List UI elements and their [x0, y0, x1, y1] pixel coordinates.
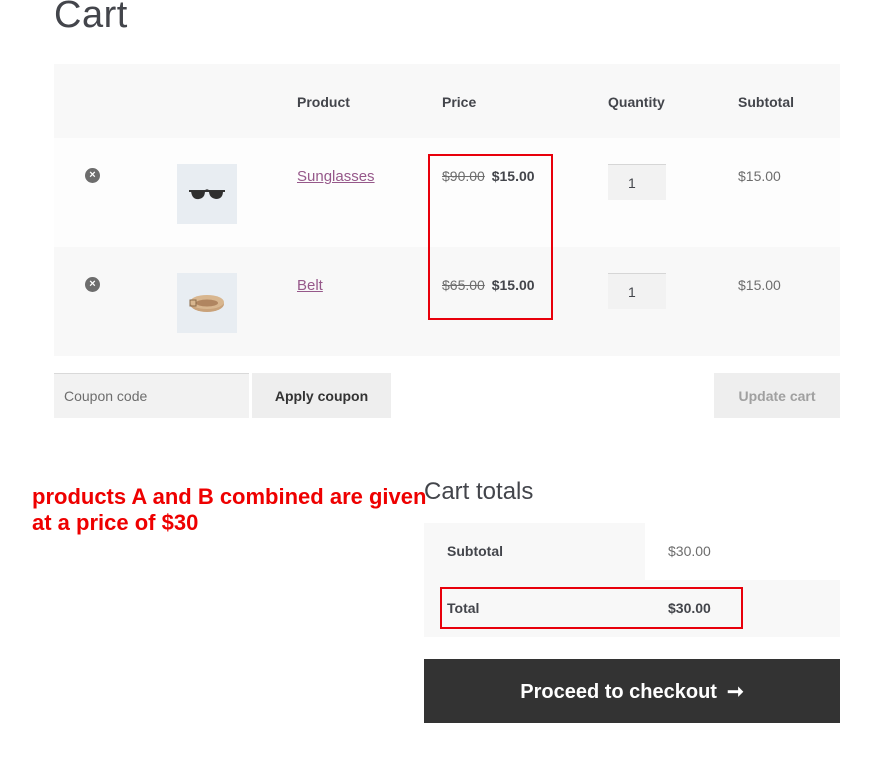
checkout-label: Proceed to checkout — [520, 680, 717, 703]
proceed-to-checkout-button[interactable]: Proceed to checkout ➞ — [424, 659, 840, 723]
total-label: Total — [447, 600, 480, 616]
arrow-right-icon: ➞ — [726, 680, 744, 703]
cart-table: Product Price Quantity Subtotal × Sungla… — [54, 64, 840, 356]
table-row: × Sunglasses $90.00 $15.00 $15.00 — [54, 138, 840, 247]
belt-icon[interactable] — [177, 273, 237, 333]
product-link-sunglasses[interactable]: Sunglasses — [297, 168, 375, 185]
quantity-input[interactable] — [608, 164, 666, 200]
regular-price: $90.00 — [442, 168, 485, 184]
annotation-text: products A and B combined are given at a… — [32, 484, 427, 535]
cart-table-header: Product Price Quantity Subtotal — [54, 64, 840, 138]
page-title: Cart — [54, 0, 128, 36]
sale-price: $15.00 — [491, 277, 535, 293]
price-cell: $65.00 $15.00 — [442, 277, 535, 293]
price-cell: $90.00 $15.00 — [442, 168, 535, 184]
row-subtotal: $15.00 — [738, 168, 781, 184]
header-product: Product — [297, 94, 350, 110]
total-value: $30.00 — [668, 600, 711, 616]
sale-price: $15.00 — [491, 168, 535, 184]
header-price: Price — [442, 94, 477, 110]
cart-totals-title: Cart totals — [424, 478, 534, 505]
totals-row-total: Total $30.00 — [424, 580, 840, 637]
sunglasses-icon[interactable] — [177, 164, 237, 224]
table-row: × Belt $65.00 $15.00 $15.00 — [54, 247, 840, 356]
subtotal-value: $30.00 — [668, 543, 711, 559]
update-cart-button[interactable]: Update cart — [714, 373, 840, 418]
totals-row-subtotal: Subtotal $30.00 — [424, 523, 840, 580]
apply-coupon-button[interactable]: Apply coupon — [252, 373, 391, 418]
coupon-code-input[interactable] — [54, 373, 249, 418]
remove-item-icon[interactable]: × — [85, 277, 100, 292]
row-subtotal: $15.00 — [738, 277, 781, 293]
subtotal-label: Subtotal — [424, 523, 645, 580]
regular-price: $65.00 — [442, 277, 485, 293]
product-link-belt[interactable]: Belt — [297, 277, 323, 294]
remove-item-icon[interactable]: × — [85, 168, 100, 183]
header-quantity: Quantity — [608, 94, 665, 110]
header-subtotal: Subtotal — [738, 94, 794, 110]
quantity-input[interactable] — [608, 273, 666, 309]
